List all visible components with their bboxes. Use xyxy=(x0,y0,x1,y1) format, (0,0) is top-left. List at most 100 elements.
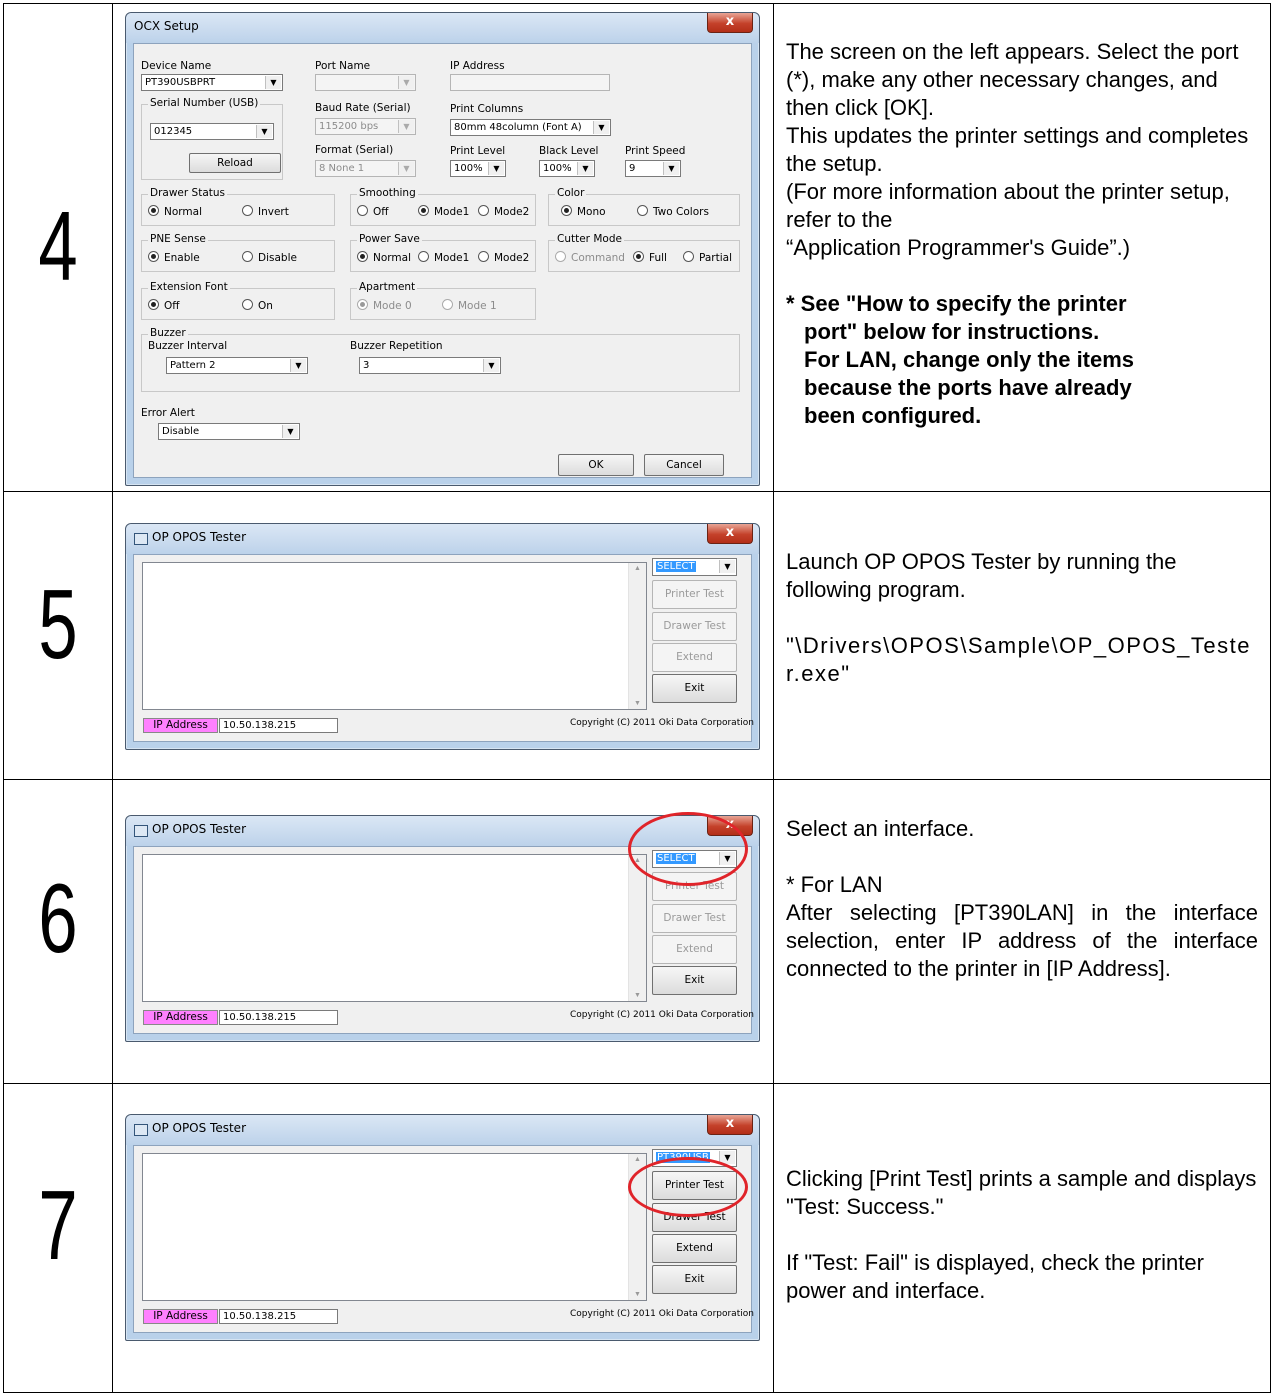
drawer-status-label: Drawer Status xyxy=(148,187,227,199)
baud-rate-select[interactable]: 115200 bps ▼ xyxy=(315,118,416,135)
close-button[interactable]: x xyxy=(707,13,753,33)
power-mode2-label: Mode2 xyxy=(494,252,530,264)
color-two-colors-radio[interactable]: Two Colors xyxy=(637,205,709,218)
smoothing-off-label: Off xyxy=(373,206,389,218)
ext-on-label: On xyxy=(258,300,273,312)
chevron-down-icon: ▼ xyxy=(256,125,272,138)
apartment-group: Apartment Mode 0 Mode 1 xyxy=(350,281,536,320)
pne-disable-label: Disable xyxy=(258,252,297,264)
color-mono-radio[interactable]: Mono xyxy=(561,205,606,218)
radio-icon xyxy=(357,205,368,216)
cutter-command-label: Command xyxy=(571,252,625,264)
exit-button[interactable]: Exit xyxy=(652,966,737,995)
print-level-label: Print Level xyxy=(450,145,506,157)
smoothing-mode1-label: Mode1 xyxy=(434,206,470,218)
power-normal-radio[interactable]: Normal xyxy=(357,251,411,264)
drawer-invert-radio[interactable]: Invert xyxy=(242,205,289,218)
scroll-down-icon: ▼ xyxy=(634,1291,641,1298)
ok-button[interactable]: OK xyxy=(558,454,634,476)
cutter-mode-label: Cutter Mode xyxy=(555,233,624,245)
step-4-paragraph: The screen on the left appears. Select t… xyxy=(786,39,1239,120)
buzzer-interval-select[interactable]: Pattern 2 ▼ xyxy=(166,357,308,374)
ext-on-radio[interactable]: On xyxy=(242,299,273,312)
log-textarea[interactable]: ▲ ▼ xyxy=(142,562,647,710)
color-mono-label: Mono xyxy=(577,206,606,218)
extend-button[interactable]: Extend xyxy=(652,1234,737,1263)
copyright-text: Copyright (C) 2011 Oki Data Corporation xyxy=(570,1010,754,1020)
black-level-select[interactable]: 100% ▼ xyxy=(539,160,595,177)
scroll-down-icon: ▼ xyxy=(634,700,641,707)
chevron-down-icon: ▼ xyxy=(265,76,281,89)
port-name-select[interactable]: ▼ xyxy=(315,74,416,91)
buzzer-repetition-select[interactable]: 3 ▼ xyxy=(359,357,501,374)
apartment-mode1-radio[interactable]: Mode 1 xyxy=(442,299,497,312)
color-label: Color xyxy=(555,187,587,199)
ip-address-input[interactable] xyxy=(450,74,610,91)
ip-address-input[interactable]: 10.50.138.215 xyxy=(219,1010,338,1025)
cutter-full-radio[interactable]: Full xyxy=(633,251,667,264)
drawer-test-button[interactable]: Drawer Test xyxy=(652,612,737,641)
scroll-up-icon: ▲ xyxy=(634,1156,641,1163)
radio-icon xyxy=(418,205,429,216)
apartment-mode0-radio[interactable]: Mode 0 xyxy=(357,299,412,312)
smoothing-mode2-label: Mode2 xyxy=(494,206,530,218)
drawer-test-button[interactable]: Drawer Test xyxy=(652,904,737,933)
printer-test-button[interactable]: Printer Test xyxy=(652,580,737,609)
print-speed-select[interactable]: 9 ▼ xyxy=(625,160,681,177)
exit-button[interactable]: Exit xyxy=(652,674,737,703)
ip-address-input[interactable]: 10.50.138.215 xyxy=(219,1309,338,1324)
pne-enable-radio[interactable]: Enable xyxy=(148,251,200,264)
column-divider xyxy=(112,4,113,1392)
baud-rate-value: 115200 bps xyxy=(319,121,379,132)
cancel-button[interactable]: Cancel xyxy=(644,454,724,476)
radio-icon xyxy=(242,205,253,216)
step-6-paragraph: After selecting [PT390LAN] in the interf… xyxy=(786,900,1258,981)
log-textarea[interactable]: ▲ ▼ xyxy=(142,1153,647,1301)
serial-number-group: Serial Number (USB) 012345 ▼ Reload xyxy=(141,97,283,180)
highlight-circle xyxy=(628,812,748,886)
serial-number-select[interactable]: 012345 ▼ xyxy=(150,123,274,140)
scrollbar[interactable]: ▲ ▼ xyxy=(628,855,646,1001)
port-name-label: Port Name xyxy=(315,60,371,72)
power-mode1-label: Mode1 xyxy=(434,252,470,264)
cutter-partial-radio[interactable]: Partial xyxy=(683,251,732,264)
pne-disable-radio[interactable]: Disable xyxy=(242,251,297,264)
radio-icon xyxy=(418,251,429,262)
step-number-7: 7 xyxy=(38,1170,78,1280)
power-normal-label: Normal xyxy=(373,252,411,264)
close-button[interactable]: x xyxy=(707,1115,753,1135)
chevron-down-icon: ▼ xyxy=(719,560,735,573)
close-button[interactable]: x xyxy=(707,524,753,544)
copyright-text: Copyright (C) 2011 Oki Data Corporation xyxy=(570,718,754,728)
cutter-command-radio[interactable]: Command xyxy=(555,251,625,264)
buzzer-repetition-label: Buzzer Repetition xyxy=(350,340,443,352)
interface-select[interactable]: SELECT ▼ xyxy=(652,558,737,576)
error-alert-select[interactable]: Disable ▼ xyxy=(158,423,300,440)
smoothing-group: Smoothing Off Mode1 Mode2 xyxy=(350,187,536,226)
extend-button[interactable]: Extend xyxy=(652,643,737,672)
ip-address-input[interactable]: 10.50.138.215 xyxy=(219,718,338,733)
extend-button[interactable]: Extend xyxy=(652,935,737,964)
window-title: OP OPOS Tester xyxy=(152,822,247,836)
ext-off-label: Off xyxy=(164,300,180,312)
serial-number-label: Serial Number (USB) xyxy=(148,97,261,109)
reload-button[interactable]: Reload xyxy=(189,153,281,173)
power-mode1-radio[interactable]: Mode1 xyxy=(418,251,469,264)
step-number-4: 4 xyxy=(38,191,78,301)
scrollbar[interactable]: ▲ ▼ xyxy=(628,563,646,709)
smoothing-off-radio[interactable]: Off xyxy=(357,205,389,218)
ext-off-radio[interactable]: Off xyxy=(148,299,180,312)
window-title: OP OPOS Tester xyxy=(152,530,247,544)
print-columns-select[interactable]: 80mm 48column (Font A) ▼ xyxy=(450,119,611,136)
format-select[interactable]: 8 None 1 ▼ xyxy=(315,160,416,177)
print-level-select[interactable]: 100% ▼ xyxy=(450,160,506,177)
drawer-normal-radio[interactable]: Normal xyxy=(148,205,202,218)
log-textarea[interactable]: ▲ ▼ xyxy=(142,854,647,1002)
device-name-select[interactable]: PT390USBPRT ▼ xyxy=(141,74,283,91)
chevron-down-icon: ▼ xyxy=(483,359,499,372)
smoothing-mode2-radio[interactable]: Mode2 xyxy=(478,205,529,218)
smoothing-mode1-radio[interactable]: Mode1 xyxy=(418,205,469,218)
power-mode2-radio[interactable]: Mode2 xyxy=(478,251,529,264)
exit-button[interactable]: Exit xyxy=(652,1265,737,1294)
highlight-circle xyxy=(628,1157,748,1217)
